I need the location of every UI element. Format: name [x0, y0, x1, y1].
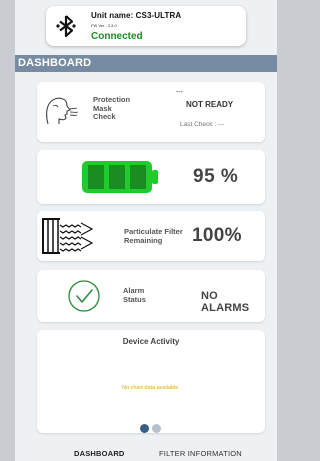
device-activity-card[interactable]: Device Activity No chart data available.	[37, 330, 265, 433]
alarm-label: Alarm Status	[123, 286, 146, 304]
last-check-text: Last Check : ---	[180, 121, 225, 128]
filter-card[interactable]: Particulate Filter Remaining 100%	[37, 211, 265, 261]
app-screen: Unit name: CS3-ULTRA FW Ver : 3.3.0 Conn…	[15, 0, 277, 461]
filter-percent: 100%	[192, 225, 242, 246]
protection-mask-label: Protection Mask Check	[93, 95, 143, 122]
protection-mask-label-line: Check	[93, 112, 116, 121]
alarm-card[interactable]: Alarm Status NO ALARMS	[37, 270, 265, 322]
bluetooth-icon	[56, 15, 76, 38]
battery-card: 95 %	[37, 150, 265, 204]
filter-label: Particulate Filter Remaining	[124, 227, 183, 245]
alarm-label-line: Status	[123, 294, 146, 304]
device-card[interactable]: Unit name: CS3-ULTRA FW Ver : 3.3.0 Conn…	[46, 6, 246, 46]
protection-mask-placeholder: ---	[176, 89, 183, 96]
alarm-status: NO ALARMS	[201, 290, 250, 314]
filter-icon	[42, 218, 94, 254]
filter-label-line: Remaining	[124, 235, 163, 245]
firmware-version-text: FW Ver : 3.3.0	[91, 23, 117, 28]
no-chart-data-text: No chart data available.	[122, 385, 180, 391]
nav-tab-dashboard[interactable]: DASHBOARD	[74, 449, 125, 458]
connection-status: Connected	[91, 31, 143, 42]
protection-mask-card[interactable]: Protection Mask Check --- NOT READY Last…	[37, 82, 265, 142]
nav-tab-filter-information[interactable]: FILTER INFORMATION	[159, 449, 242, 458]
battery-percent: 95 %	[193, 166, 239, 187]
face-breath-icon	[46, 97, 79, 125]
page-title: DASHBOARD	[15, 55, 277, 72]
page-indicator-dot[interactable]	[152, 424, 161, 433]
page-indicator-dot-active[interactable]	[140, 424, 149, 433]
bottom-nav: DASHBOARD FILTER INFORMATION	[15, 441, 277, 461]
battery-icon	[82, 161, 158, 193]
check-circle-icon	[68, 280, 100, 312]
protection-mask-status: NOT READY	[186, 100, 234, 109]
device-activity-title: Device Activity	[122, 337, 180, 346]
unit-name-text: Unit name: CS3-ULTRA	[91, 11, 182, 20]
